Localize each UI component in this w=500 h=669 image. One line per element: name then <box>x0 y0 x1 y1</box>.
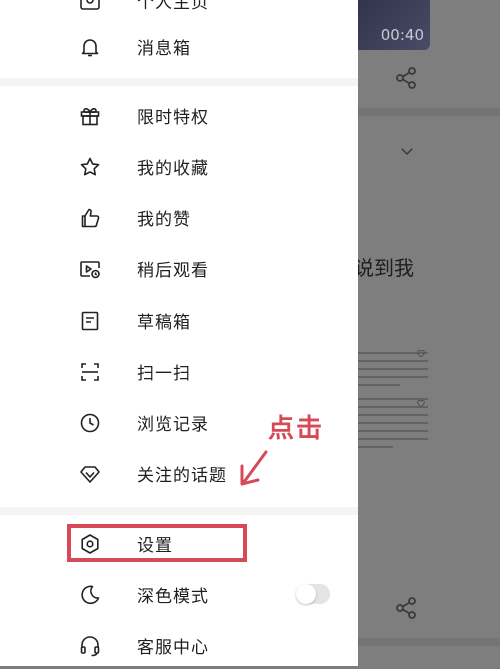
menu-item-profile[interactable]: 个人主页 <box>0 0 358 24</box>
bell-icon <box>78 35 102 59</box>
share-icon <box>396 597 416 619</box>
menu-item-label: 个人主页 <box>137 0 209 13</box>
arrow-icon <box>240 450 268 486</box>
menu-item-dark-mode[interactable]: 深色模式 <box>0 572 358 618</box>
menu-item-support[interactable]: 客服中心 <box>0 623 358 669</box>
chevron-down-icon <box>401 148 413 156</box>
menu-item-inbox[interactable]: 消息箱 <box>0 24 358 70</box>
menu-item-label: 浏览记录 <box>137 415 209 435</box>
menu-item-label: 深色模式 <box>137 587 209 607</box>
menu-item-label: 消息箱 <box>137 39 191 59</box>
menu-item-favorites[interactable]: 我的收藏 <box>0 144 358 190</box>
profile-icon <box>78 0 102 13</box>
menu-item-drafts[interactable]: 草稿箱 <box>0 298 358 344</box>
gift-icon <box>78 104 102 128</box>
diamond-icon <box>78 462 102 486</box>
divider <box>358 108 500 116</box>
thumbs-up-icon <box>78 206 102 230</box>
video-duration: 00:40 <box>380 26 424 44</box>
menu-item-label: 我的赞 <box>137 210 191 230</box>
moon-icon <box>78 583 102 607</box>
section-divider <box>0 507 358 515</box>
menu-item-label: 扫一扫 <box>137 364 191 384</box>
menu-item-label: 限时特权 <box>137 108 209 128</box>
article-title-fragment: 说到我 <box>354 256 414 280</box>
menu-item-topics[interactable]: 关注的话题 <box>0 451 358 497</box>
side-drawer: 个人主页 消息箱 限时特权 我的收藏 我的赞 稍后观看 草稿箱 扫一扫 浏览记录… <box>0 0 358 666</box>
headset-icon <box>78 634 102 658</box>
menu-item-offers[interactable]: 限时特权 <box>0 93 358 139</box>
tap-annotation: 点击 <box>268 414 325 444</box>
toggle-knob <box>296 584 316 604</box>
scan-icon <box>78 360 102 384</box>
menu-item-label: 客服中心 <box>137 638 209 658</box>
menu-item-label: 关注的话题 <box>137 466 227 486</box>
menu-item-likes[interactable]: 我的赞 <box>0 195 358 241</box>
menu-item-label: 草稿箱 <box>137 313 191 333</box>
draft-icon <box>78 309 102 333</box>
heart-icon <box>417 350 425 358</box>
menu-item-label: 我的收藏 <box>137 159 209 179</box>
highlight-box <box>67 524 247 562</box>
clock-icon <box>78 411 102 435</box>
watch-later-icon <box>78 257 102 281</box>
menu-item-label: 稍后观看 <box>137 261 209 281</box>
share-icon <box>396 67 416 89</box>
menu-item-scan[interactable]: 扫一扫 <box>0 349 358 395</box>
section-divider <box>0 78 358 86</box>
heart-icon <box>417 400 425 408</box>
dark-mode-toggle[interactable] <box>296 584 330 604</box>
divider <box>358 638 500 646</box>
menu-item-watch-later[interactable]: 稍后观看 <box>0 246 358 292</box>
article-preview-text <box>358 352 428 392</box>
star-icon <box>78 155 102 179</box>
